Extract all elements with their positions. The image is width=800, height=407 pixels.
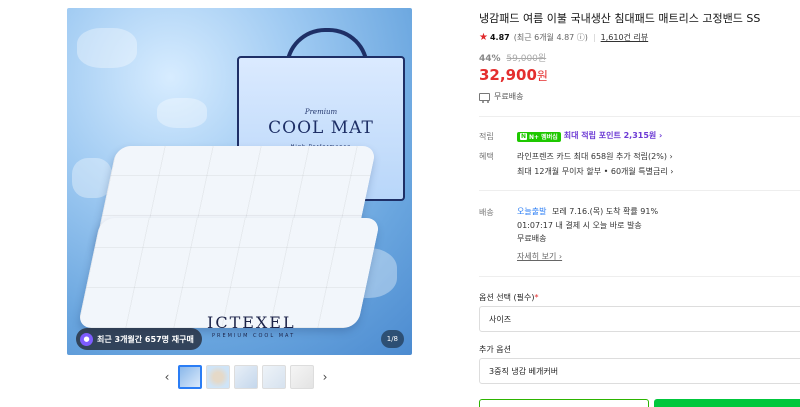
product-page: Premium COOL MAT High Performance ICTEXE… [0, 0, 800, 407]
thumbnail-1[interactable] [178, 365, 202, 389]
star-icon: ★ [479, 32, 488, 43]
npay-membership-badge: N N+ 멤버십 [517, 131, 561, 142]
reorder-badge: ● 최근 3개월간 657명 재구매 [76, 328, 202, 350]
discount-row: 44% 59,000원 [479, 51, 546, 64]
divider [479, 276, 800, 277]
thumbnail-strip: ‹ › [160, 364, 332, 390]
buy-button[interactable] [654, 399, 800, 407]
today-ship-badge: 오늘출발 [517, 207, 547, 216]
points-row[interactable]: N N+ 멤버십 최대 적립 포인트 2,315원 › [517, 130, 662, 142]
image-counter: 1/8 [380, 330, 404, 348]
brand-logo: ICTEXEL [207, 313, 296, 332]
product-main-image[interactable]: Premium COOL MAT High Performance ICTEXE… [67, 8, 412, 355]
mat-bottom [77, 218, 381, 328]
delivery-more-link[interactable]: 자세히 보기 › [517, 251, 562, 262]
rating-meta[interactable]: (최근 6개월 4.87 ⓘ) [514, 32, 588, 43]
rating-score: 4.87 [489, 33, 510, 42]
secondary-action-button[interactable] [479, 399, 649, 407]
size-select[interactable]: 사이즈 [479, 306, 800, 332]
delivery-label: 배송 [479, 208, 494, 217]
benefit-installment-link[interactable]: 최대 12개월 무이자 할부 • 60개월 특별금리 › [517, 166, 673, 177]
next-arrow-icon[interactable]: › [318, 365, 332, 389]
thumbnail-4[interactable] [262, 365, 286, 389]
discount-percent: 44% [479, 54, 501, 64]
thumbnail-5[interactable] [290, 365, 314, 389]
rating-row: ★ 4.87 (최근 6개월 4.87 ⓘ) | 1,610건 리뷰 [479, 32, 648, 43]
original-price: 59,000원 [506, 54, 547, 64]
brand-subtitle: PREMIUM COOL MAT [212, 333, 296, 339]
bag-title-text: COOL MAT [268, 118, 374, 138]
truck-icon [479, 92, 490, 103]
free-shipping: 무료배송 [479, 91, 524, 103]
option-label: 옵션 선택 (필수)* [479, 293, 539, 302]
bag-small-text: Premium [304, 108, 338, 116]
delivery-line-3: 무료배송 [517, 234, 547, 243]
points-text: 최대 적립 포인트 2,315원 › [563, 131, 663, 140]
benefit-label: 혜택 [479, 152, 494, 161]
extra-option-label: 추가 옵션 [479, 345, 511, 354]
review-count-link[interactable]: 1,610건 리뷰 [601, 32, 649, 43]
thumbnail-3[interactable] [234, 365, 258, 389]
reorder-text: 최근 3개월간 657명 재구매 [97, 334, 194, 344]
divider [479, 190, 800, 191]
delivery-line-2: 01:07:17 내 결제 시 오늘 바로 발송 [517, 221, 642, 230]
thumbnail-2[interactable] [206, 365, 230, 389]
delivery-eta: 모레 7.16.(목) 도착 확률 91% [552, 207, 659, 216]
price-value: 32,900 [479, 66, 537, 84]
free-shipping-text: 무료배송 [494, 92, 524, 101]
price-unit: 원 [536, 69, 548, 83]
benefit-card-link[interactable]: 라인프렌즈 카드 최대 658원 추가 적립(2%) › [517, 151, 673, 162]
divider: | [592, 33, 596, 42]
extra-option-select[interactable]: 3중직 냉감 베개커버 [479, 358, 800, 384]
purple-circle-icon: ● [80, 332, 93, 346]
product-title: 냉감패드 여름 이불 국내생산 침대패드 매트리스 고정밴드 SS [479, 12, 761, 25]
divider [479, 116, 800, 117]
delivery-line-1: 오늘출발 모레 7.16.(목) 도착 확률 91% [517, 206, 658, 217]
prev-arrow-icon[interactable]: ‹ [160, 365, 174, 389]
sale-price: 32,900원 [479, 66, 548, 84]
points-label: 적립 [479, 132, 494, 141]
